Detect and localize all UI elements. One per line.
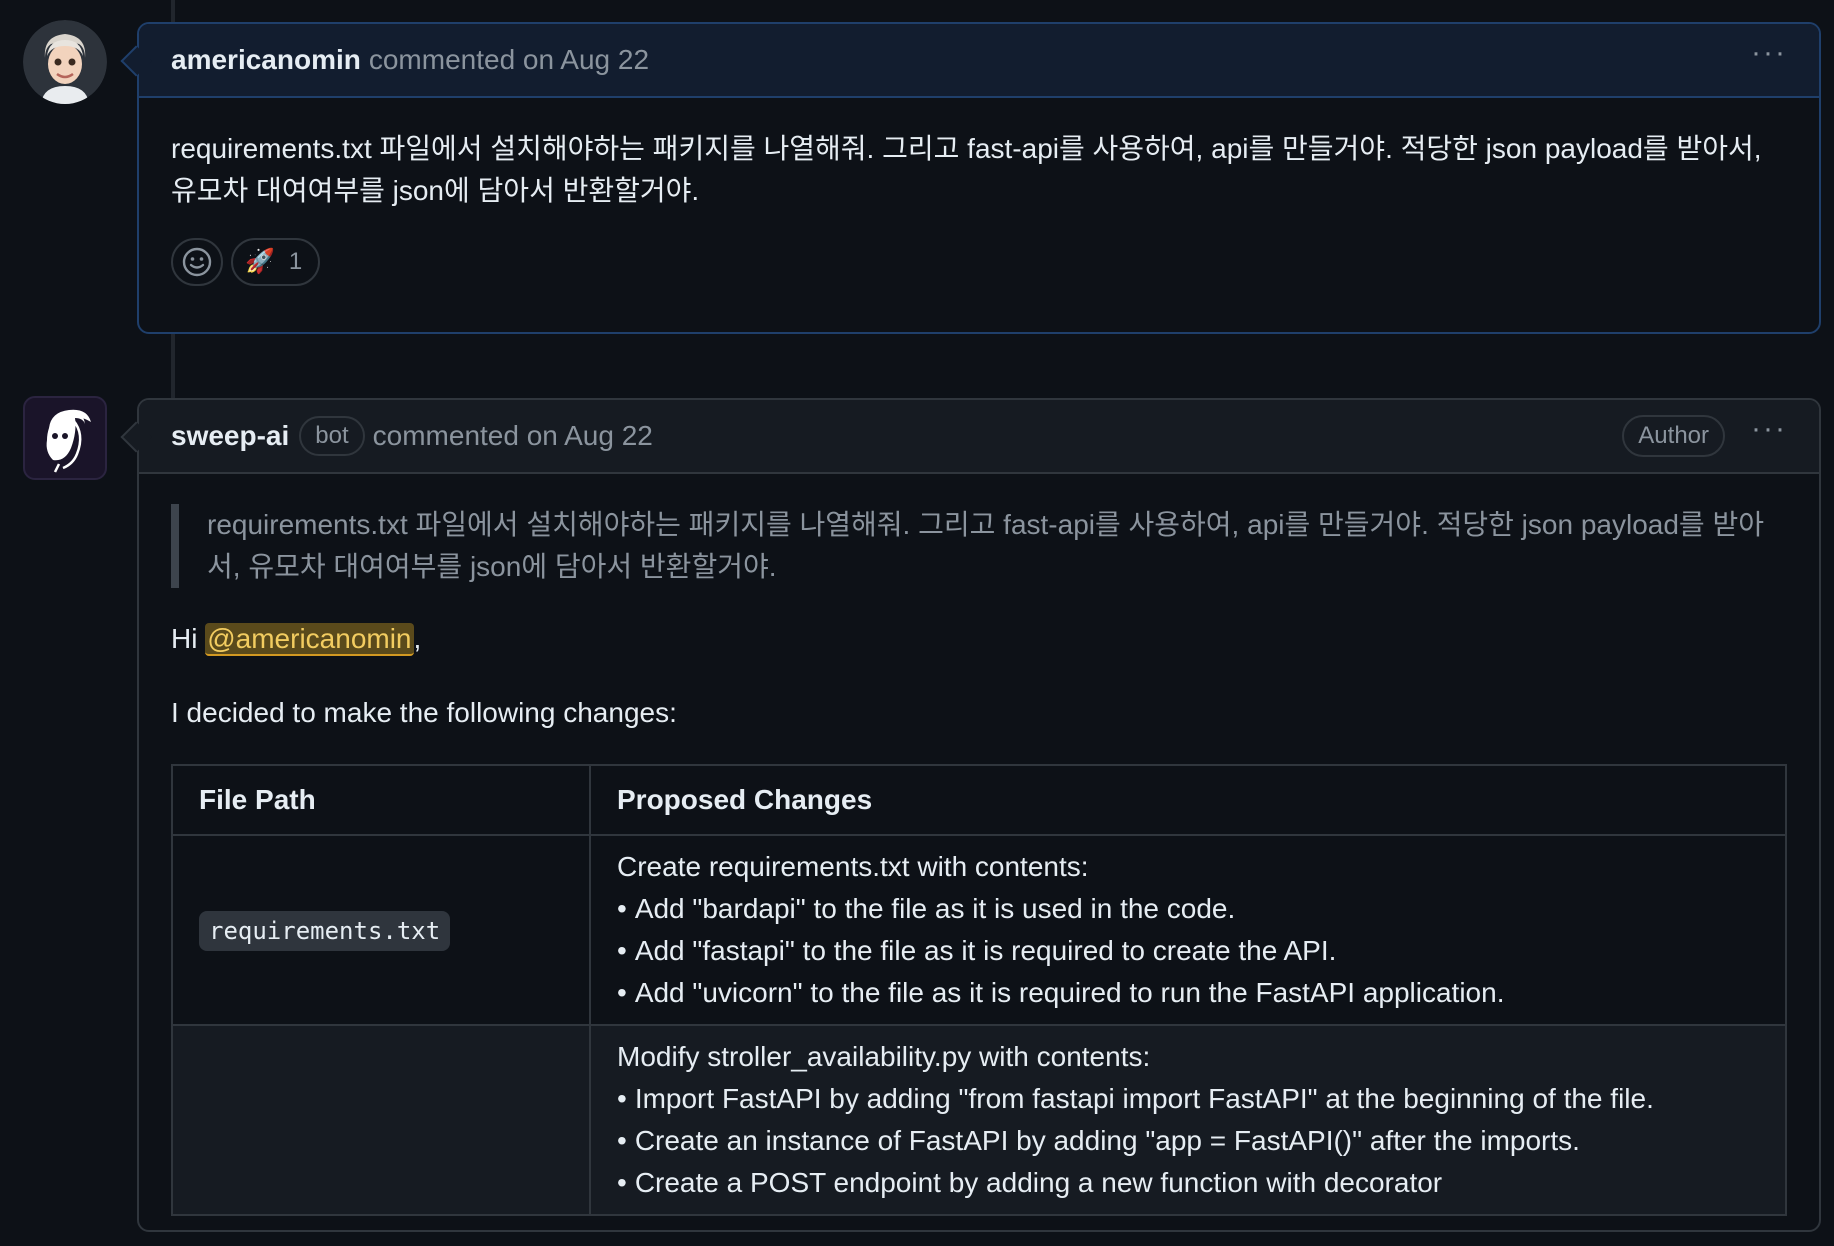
more-options-icon[interactable]: ··· xyxy=(1751,414,1787,458)
bot-badge: bot xyxy=(299,416,365,456)
comment-body: requirements.txt 파일에서 설치해야하는 패키지를 나열해줘. … xyxy=(139,98,1819,316)
header-file-path: File Path xyxy=(171,764,591,836)
comment-timestamp[interactable]: commented on Aug 22 xyxy=(373,420,653,452)
comment-sweep-ai: sweep-ai bot commented on Aug 22 Author … xyxy=(120,398,1821,1232)
reaction-count: 1 xyxy=(288,248,303,275)
user-mention-link[interactable]: @americanomin xyxy=(205,623,414,656)
comment-author[interactable]: sweep-ai xyxy=(171,420,289,452)
greeting: Hi @americanomin, xyxy=(171,618,1787,660)
rocket-icon: 🚀 xyxy=(245,248,275,275)
change-title: Create requirements.txt with contents: xyxy=(617,851,1089,882)
comment-header: americanomin commented on Aug 22 ··· xyxy=(120,24,1819,98)
reactions-bar: 🚀 1 xyxy=(171,238,1787,286)
change-bullet: • Create an instance of FastAPI by adding… xyxy=(617,1125,1580,1156)
comment-pointer xyxy=(120,421,152,453)
comment-text: requirements.txt 파일에서 설치해야하는 패키지를 나열해줘. … xyxy=(171,133,1762,206)
smiley-icon xyxy=(182,247,212,277)
comment-body: requirements.txt 파일에서 설치해야하는 패키지를 나열해줘. … xyxy=(139,474,1819,1246)
table-row: Modify stroller_availability.py with con… xyxy=(171,1024,1787,1216)
comment-timestamp[interactable]: commented on Aug 22 xyxy=(369,44,649,76)
proposed-changes-cell: Modify stroller_availability.py with con… xyxy=(589,1024,1787,1216)
add-reaction-button[interactable] xyxy=(171,238,223,286)
comment-author[interactable]: americanomin xyxy=(171,44,361,76)
comment-pointer xyxy=(120,45,152,77)
file-path-cell xyxy=(171,1024,591,1216)
americanomin-avatar[interactable] xyxy=(23,20,107,104)
intro-text: I decided to make the following changes: xyxy=(171,697,677,728)
change-title: Modify stroller_availability.py with con… xyxy=(617,1041,1151,1072)
changes-table: File Path Proposed Changes requirements.… xyxy=(171,764,1787,1216)
quoted-text: requirements.txt 파일에서 설치해야하는 패키지를 나열해줘. … xyxy=(171,504,1787,588)
author-badge: Author xyxy=(1622,415,1726,457)
table-row: requirements.txt Create requirements.txt… xyxy=(171,834,1787,1026)
change-bullet: • Import FastAPI by adding "from fastapi … xyxy=(617,1083,1654,1114)
change-bullet: • Add "fastapi" to the file as it is requ… xyxy=(617,935,1337,966)
file-path-code: requirements.txt xyxy=(199,910,451,951)
change-bullet: • Add "uvicorn" to the file as it is requ… xyxy=(617,977,1505,1008)
header-proposed-changes: Proposed Changes xyxy=(589,764,1787,836)
comment-header: sweep-ai bot commented on Aug 22 Author … xyxy=(120,400,1819,474)
more-options-icon[interactable]: ··· xyxy=(1751,38,1787,82)
greeting-suffix: , xyxy=(413,623,422,654)
comment-americanomin: americanomin commented on Aug 22 ··· req… xyxy=(120,22,1821,334)
sweep-ai-avatar[interactable] xyxy=(23,396,107,480)
proposed-changes-cell: Create requirements.txt with contents: •… xyxy=(589,834,1787,1026)
change-bullet: • Create a POST endpoint by adding a new … xyxy=(617,1167,1443,1198)
table-header-row: File Path Proposed Changes xyxy=(171,764,1787,836)
rocket-reaction-button[interactable]: 🚀 1 xyxy=(231,238,321,286)
greeting-prefix: Hi xyxy=(171,623,206,654)
change-bullet: • Add "bardapi" to the file as it is used… xyxy=(617,893,1236,924)
file-path-cell: requirements.txt xyxy=(171,834,591,1026)
